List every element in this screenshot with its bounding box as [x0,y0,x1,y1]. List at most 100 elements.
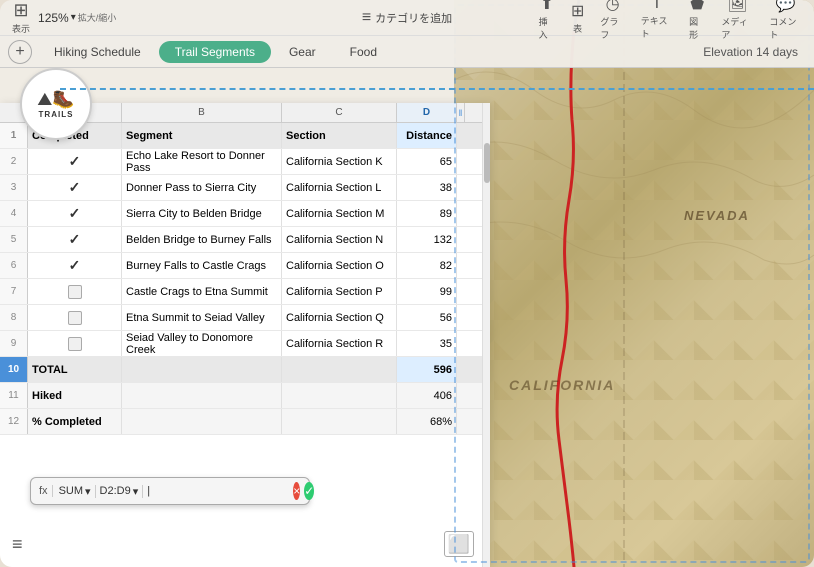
text-icon: T [652,0,662,13]
formula-cancel-button[interactable]: × [293,482,300,500]
table-row[interactable]: 8 Etna Summit to Seiad Valley California… [0,305,490,331]
cell-distance-8[interactable]: 56 [397,305,457,330]
shape-icon: ⬟ [690,0,704,14]
table-row[interactable]: 7 Castle Crags to Etna Summit California… [0,279,490,305]
formula-input[interactable] [147,485,289,497]
hiked-row: 11 Hiked 406 [0,383,490,409]
checkbox-empty [68,311,82,325]
toolbar: ⊞ 表示 125% ▾ 拡大/縮小 ≡ カテゴリを追加 ⬆ 挿入 [0,0,814,68]
col-d-header[interactable]: D [397,103,457,122]
dashed-divider-line [60,88,814,90]
cell-section-6[interactable]: California Section O [282,253,397,278]
cell-distance-9[interactable]: 35 [397,331,457,356]
cell-segment-5[interactable]: Belden Bridge to Burney Falls [122,227,282,252]
logo-text: TRAILS [39,110,74,119]
cell-segment-6[interactable]: Burney Falls to Castle Crags [122,253,282,278]
tab-hiking-schedule[interactable]: Hiking Schedule [38,41,157,63]
cell-section-4[interactable]: California Section M [282,201,397,226]
col-d-resize[interactable]: ‖ [457,103,465,122]
cell-segment-4[interactable]: Sierra City to Belden Bridge [122,201,282,226]
media-button[interactable]: 🖼 メディア [721,0,753,41]
cell-segment-3[interactable]: Donner Pass to Sierra City [122,175,282,200]
table-row[interactable]: 6 ✓ Burney Falls to Castle Crags Califor… [0,253,490,279]
cell-section-8[interactable]: California Section Q [282,305,397,330]
cell-completed-4[interactable]: ✓ [28,201,122,226]
total-col-c [282,357,397,382]
add-sheet-button[interactable]: + [8,40,32,64]
table-row[interactable]: 2 ✓ Echo Lake Resort to Donner Pass Cali… [0,149,490,175]
cell-completed-9[interactable] [28,331,122,356]
cell-section-3[interactable]: California Section L [282,175,397,200]
table-icon: ⊞ [571,1,584,21]
checkmark: ✓ [69,205,81,222]
tab-bar: + Hiking Schedule Trail Segments Gear Fo… [0,36,814,67]
bottom-menu-icon[interactable]: ≡ [12,534,23,555]
bottom-expand-icon[interactable]: ⬜ [444,534,474,555]
checkmark: ✓ [69,257,81,274]
cell-completed-8[interactable] [28,305,122,330]
zoom-control[interactable]: 125% ▾ 拡大/縮小 [38,11,116,25]
toolbar-center: ≡ カテゴリを追加 [275,9,538,27]
elevation-tab[interactable]: Elevation 14 days [695,41,806,63]
text-button[interactable]: T テキスト [641,0,673,40]
total-row: 10 TOTAL 596 [0,357,490,383]
formula-fx-label: fx [35,485,53,497]
cell-completed-7[interactable] [28,279,122,304]
row-num-total: 10 [0,357,28,382]
scroll-handle[interactable] [484,143,490,183]
logo-area: ⛰🥾 TRAILS [20,68,100,148]
cell-segment-2[interactable]: Echo Lake Resort to Donner Pass [122,149,282,174]
cell-section-5[interactable]: California Section N [282,227,397,252]
add-category-button[interactable]: ≡ カテゴリを追加 [362,9,452,27]
hiked-label: Hiked [28,383,122,408]
row-num-hiked: 11 [0,383,28,408]
col-c-header: C [282,103,397,122]
total-value: 596 [397,357,457,382]
pct-label: % Completed [28,409,122,434]
cell-segment-8[interactable]: Etna Summit to Seiad Valley [122,305,282,330]
tab-gear[interactable]: Gear [273,41,332,63]
cell-completed-2[interactable]: ✓ [28,149,122,174]
header-segment: Segment [122,123,282,148]
tab-food[interactable]: Food [334,41,393,63]
cell-completed-3[interactable]: ✓ [28,175,122,200]
cell-distance-5[interactable]: 132 [397,227,457,252]
row-num-9: 9 [0,331,28,356]
cell-completed-6[interactable]: ✓ [28,253,122,278]
pct-value: 68% [397,409,457,434]
row-num-2: 2 [0,149,28,174]
chart-button[interactable]: ◷ グラフ [600,0,624,41]
hiked-value: 406 [397,383,457,408]
cell-distance-2[interactable]: 65 [397,149,457,174]
comment-button[interactable]: 💬 コメント [769,0,802,41]
shape-button[interactable]: ⬟ 図形 [689,0,705,41]
scroll-indicator[interactable] [482,103,490,567]
cell-segment-9[interactable]: Seiad Valley to Donomore Creek [122,331,282,356]
main-content: ⛰🥾 TRAILS A B C D ‖ 1 Completed Segment [0,68,814,567]
cell-distance-3[interactable]: 38 [397,175,457,200]
table-row[interactable]: 5 ✓ Belden Bridge to Burney Falls Califo… [0,227,490,253]
comment-icon: 💬 [776,0,796,14]
table-row[interactable]: 4 ✓ Sierra City to Belden Bridge Califor… [0,201,490,227]
pct-row: 12 % Completed 68% [0,409,490,435]
row-num-3: 3 [0,175,28,200]
table-button[interactable]: ⊞ 表 [571,1,584,35]
insert-button[interactable]: ⬆ 挿入 [539,0,555,41]
cell-section-9[interactable]: California Section R [282,331,397,356]
table-row[interactable]: 9 Seiad Valley to Donomore Creek Califor… [0,331,490,357]
formula-range[interactable]: D2:D9 ▾ [100,485,144,498]
cell-distance-6[interactable]: 82 [397,253,457,278]
table-row[interactable]: 3 ✓ Donner Pass to Sierra City Californi… [0,175,490,201]
view-button[interactable]: ⊞ 表示 [12,0,30,35]
row-num-6: 6 [0,253,28,278]
cell-distance-4[interactable]: 89 [397,201,457,226]
cell-completed-5[interactable]: ✓ [28,227,122,252]
cell-section-2[interactable]: California Section K [282,149,397,174]
toolbar-right: ⬆ 挿入 ⊞ 表 ◷ グラフ T テキスト ⬟ 図形 [539,0,802,41]
tab-trail-segments[interactable]: Trail Segments [159,41,271,63]
cell-section-7[interactable]: California Section P [282,279,397,304]
formula-func[interactable]: SUM ▾ [59,485,96,498]
formula-confirm-button[interactable]: ✓ [304,482,314,500]
cell-segment-7[interactable]: Castle Crags to Etna Summit [122,279,282,304]
cell-distance-7[interactable]: 99 [397,279,457,304]
